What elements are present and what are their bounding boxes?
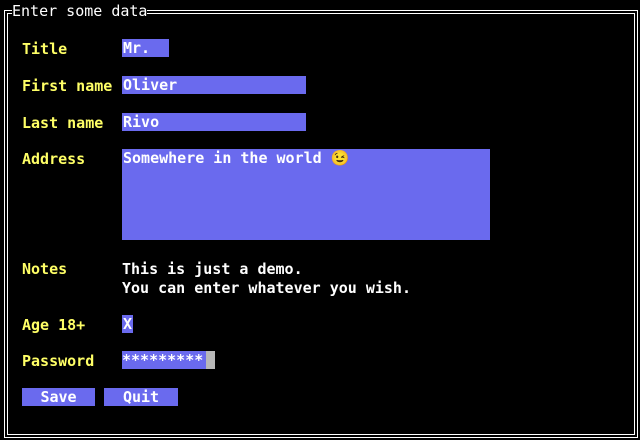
address-label: Address <box>22 150 86 168</box>
quit-button[interactable]: Quit <box>104 388 178 406</box>
password-label: Password <box>22 352 95 370</box>
password-field[interactable]: ********* <box>122 351 206 369</box>
title-label: Title <box>22 40 68 58</box>
last-name-label: Last name <box>22 114 104 132</box>
text-cursor <box>206 351 215 369</box>
save-button[interactable]: Save <box>22 388 95 406</box>
notes-line-1: This is just a demo. <box>122 260 303 278</box>
notes-label: Notes <box>22 260 68 278</box>
age-label: Age 18+ <box>22 316 86 334</box>
age-checkbox[interactable]: X <box>122 315 133 333</box>
password-value: ********* <box>122 351 204 369</box>
first-name-field[interactable]: Oliver <box>122 76 306 94</box>
title-field[interactable]: Mr. <box>122 39 169 57</box>
address-textarea[interactable]: Somewhere in the world 😉 <box>122 149 490 240</box>
last-name-field[interactable]: Rivo <box>122 113 306 131</box>
notes-line-2: You can enter whatever you wish. <box>122 279 411 297</box>
form-title: Enter some data <box>12 2 148 20</box>
first-name-label: First name <box>22 77 113 95</box>
